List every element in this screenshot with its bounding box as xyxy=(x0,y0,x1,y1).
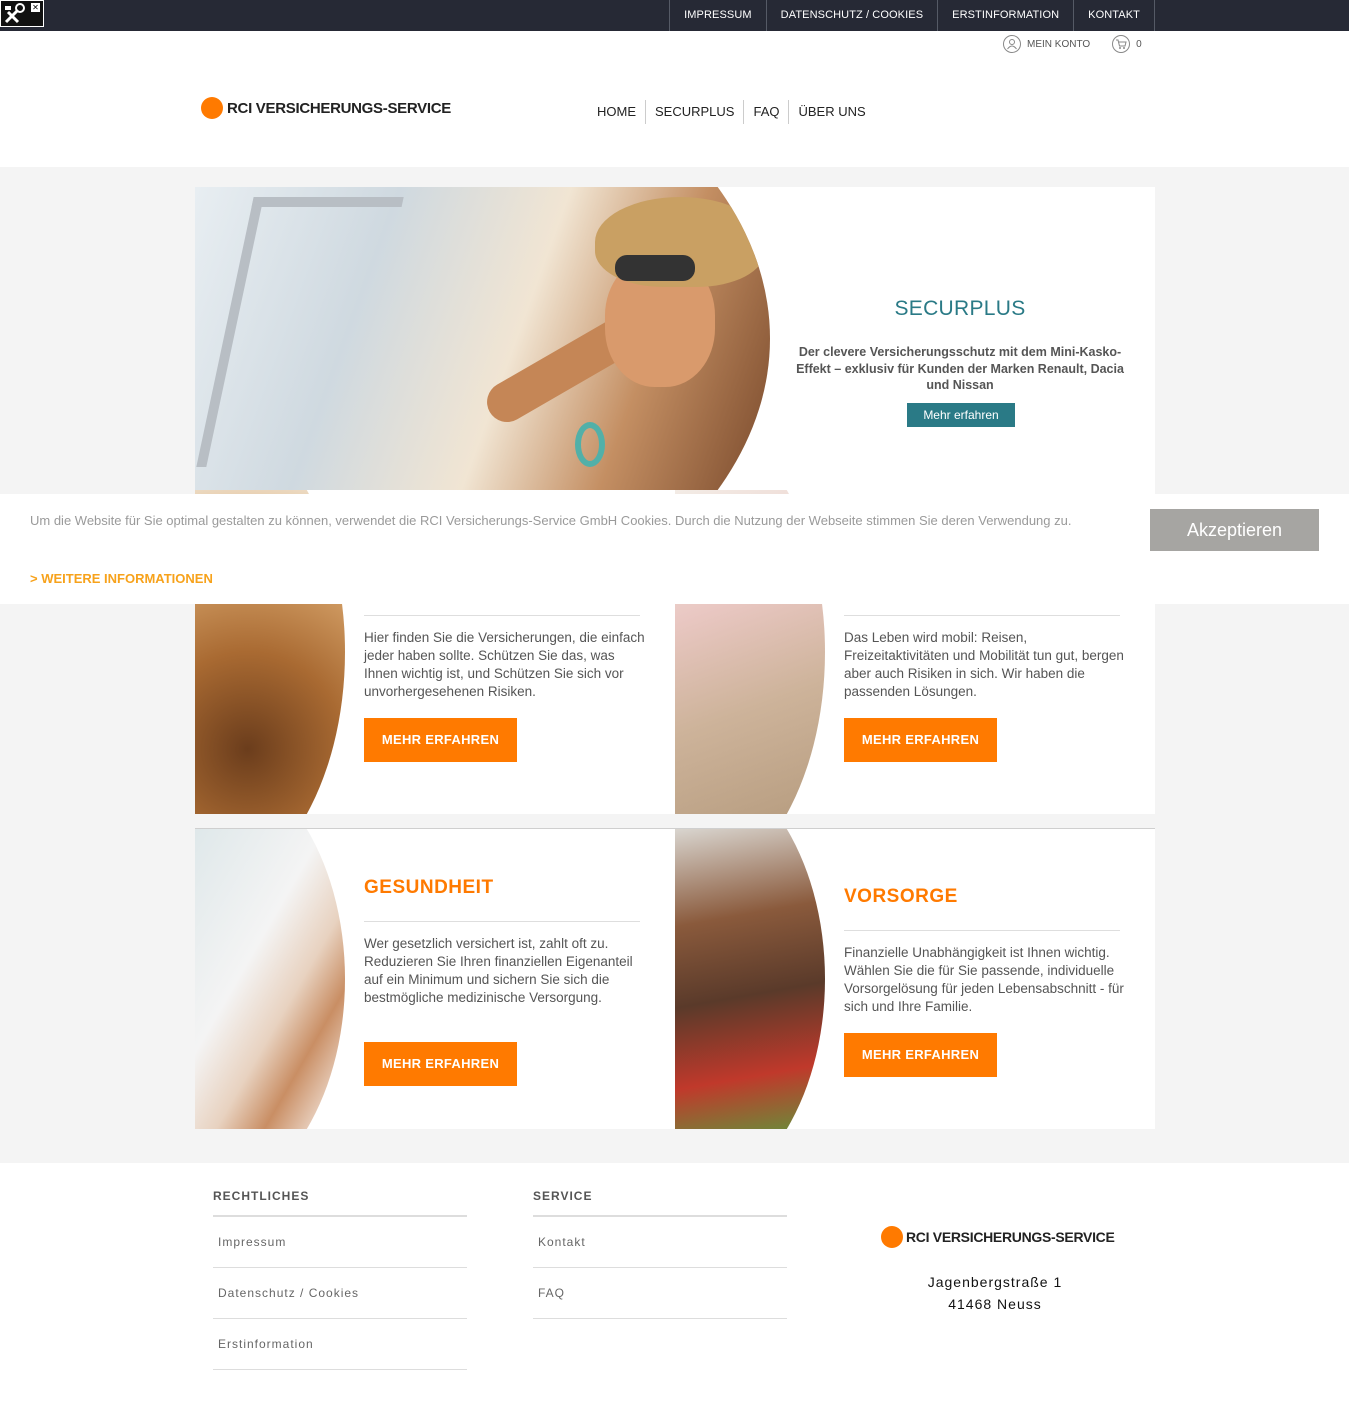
top-link-kontakt[interactable]: KONTAKT xyxy=(1073,0,1155,31)
footer-heading: RECHTLICHES xyxy=(213,1189,467,1217)
hero-more-button[interactable]: Mehr erfahren xyxy=(907,403,1015,427)
footer-link-erstinformation[interactable]: Erstinformation xyxy=(213,1319,467,1370)
nav-home[interactable]: HOME xyxy=(588,100,645,124)
top-link-erstinformation[interactable]: ERSTINFORMATION xyxy=(937,0,1073,31)
nav-ueber-uns[interactable]: ÜBER UNS xyxy=(788,100,874,124)
tile-image-doctor xyxy=(195,829,345,1129)
tile-description: Das Leben wird mobil: Reisen, Freizeitak… xyxy=(844,630,1124,699)
tile-more-button[interactable]: MEHR ERFAHREN xyxy=(364,1042,517,1086)
footer-column-legal: RECHTLICHES Impressum Datenschutz / Cook… xyxy=(213,1189,467,1370)
tile-title-vorsorge: VORSORGE xyxy=(844,886,958,907)
tile-divider xyxy=(364,921,640,922)
top-bar: ✕ IMPRESSUM DATENSCHUTZ / COOKIES ERSTIN… xyxy=(0,0,1349,31)
footer-link-kontakt[interactable]: Kontakt xyxy=(533,1217,787,1268)
tile-more-button[interactable]: MEHR ERFAHREN xyxy=(364,718,517,762)
account-bar: MEIN KONTO 0 xyxy=(1003,35,1142,53)
user-icon[interactable] xyxy=(1003,35,1021,53)
hero-description: Der clevere Versicherungsschutz mit dem … xyxy=(796,345,1124,392)
cookie-banner: Um die Website für Sie optimal gestalten… xyxy=(0,494,1349,604)
site-logo[interactable]: RCI VERSICHERUNGS-SERVICE xyxy=(201,97,451,119)
nav-faq[interactable]: FAQ xyxy=(743,100,788,124)
logo-dot-icon xyxy=(201,97,223,119)
tile-image-family xyxy=(675,829,825,1129)
tile-description: Wer gesetzlich versichert ist, zahlt oft… xyxy=(364,936,633,1005)
cart-icon[interactable] xyxy=(1112,35,1131,53)
hero-text-box: SECURPLUS Der clevere Versicherungsschut… xyxy=(790,187,1130,490)
main-nav: HOME SECURPLUS FAQ ÜBER UNS xyxy=(588,100,875,124)
footer-column-service: SERVICE Kontakt FAQ xyxy=(533,1189,787,1319)
cookie-accept-button[interactable]: Akzeptieren xyxy=(1150,509,1319,551)
cookie-more-info-link[interactable]: > WEITERE INFORMATIONEN xyxy=(30,571,213,586)
close-icon[interactable]: ✕ xyxy=(31,3,40,12)
tools-icon[interactable]: ✕ xyxy=(0,0,44,27)
tile-more-button[interactable]: MEHR ERFAHREN xyxy=(844,1033,997,1077)
tile-divider xyxy=(364,615,640,616)
top-link-impressum[interactable]: IMPRESSUM xyxy=(669,0,766,31)
footer-heading: SERVICE xyxy=(533,1189,787,1217)
top-links: IMPRESSUM DATENSCHUTZ / COOKIES ERSTINFO… xyxy=(669,0,1155,31)
address-street: Jagenbergstraße 1 xyxy=(927,1274,1063,1290)
tile-description: Finanzielle Unabhängigkeit ist Ihnen wic… xyxy=(844,945,1124,1014)
tile-gesundheit: GESUNDHEIT Wer gesetzlich versichert ist… xyxy=(195,829,675,1129)
my-account-link[interactable]: MEIN KONTO xyxy=(1027,39,1090,50)
footer-link-datenschutz[interactable]: Datenschutz / Cookies xyxy=(213,1268,467,1319)
footer-logo-text: RCI VERSICHERUNGS-SERVICE xyxy=(906,1229,1115,1245)
footer-logo: RCI VERSICHERUNGS-SERVICE xyxy=(881,1226,1115,1248)
footer-link-faq[interactable]: FAQ xyxy=(533,1268,787,1319)
footer-address: Jagenbergstraße 1 41468 Neuss xyxy=(880,1271,1110,1315)
tile-description: Hier finden Sie die Versicherungen, die … xyxy=(364,630,645,699)
hero-banner: SECURPLUS Der clevere Versicherungsschut… xyxy=(195,187,1155,490)
tile-title-gesundheit: GESUNDHEIT xyxy=(364,877,494,898)
cookie-text: Um die Website für Sie optimal gestalten… xyxy=(30,513,1072,528)
nav-securplus[interactable]: SECURPLUS xyxy=(645,100,743,124)
tile-vorsorge: VORSORGE Finanzielle Unabhängigkeit ist … xyxy=(675,829,1155,1129)
cart-count: 0 xyxy=(1136,38,1142,50)
tile-divider xyxy=(844,615,1120,616)
tile-more-button[interactable]: MEHR ERFAHREN xyxy=(844,718,997,762)
hero-title: SECURPLUS xyxy=(894,297,1026,320)
hero-image xyxy=(195,187,770,490)
logo-dot-icon xyxy=(881,1226,903,1248)
footer-link-impressum[interactable]: Impressum xyxy=(213,1217,467,1268)
address-city: 41468 Neuss xyxy=(948,1296,1042,1312)
tile-divider xyxy=(844,930,1120,931)
top-link-datenschutz[interactable]: DATENSCHUTZ / COOKIES xyxy=(765,0,937,31)
logo-text: RCI VERSICHERUNGS-SERVICE xyxy=(227,99,451,117)
